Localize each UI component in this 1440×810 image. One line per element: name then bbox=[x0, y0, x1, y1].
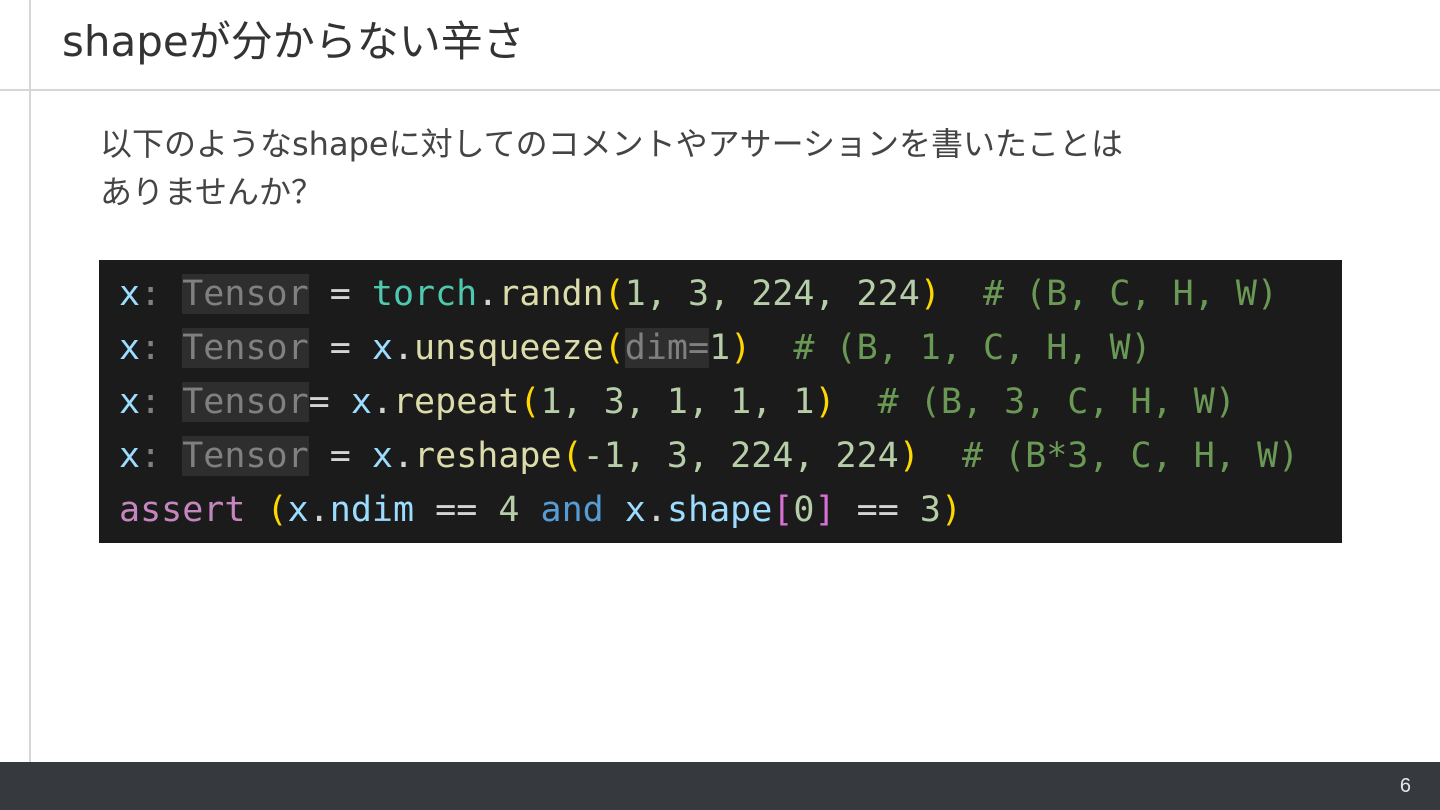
footer-bar: 6 bbox=[0, 762, 1440, 810]
code-token: # (B, 3, C, H, W) bbox=[835, 382, 1236, 422]
code-token: shape bbox=[666, 490, 773, 530]
code-token: ) bbox=[730, 328, 752, 368]
code-token: ] bbox=[814, 490, 836, 530]
code-token: reshape bbox=[414, 436, 562, 476]
code-token: x bbox=[350, 382, 372, 422]
code-token: = bbox=[308, 274, 372, 314]
slide-title: shapeが分からない辛さ bbox=[62, 17, 525, 66]
code-token: dim= bbox=[624, 328, 710, 368]
code-line-2: x: Tensor = x.unsqueeze(dim=1) # (B, 1, … bbox=[119, 321, 1152, 375]
title-divider bbox=[0, 89, 1440, 91]
code-token: x bbox=[119, 328, 141, 368]
code-token: ndim bbox=[329, 490, 415, 530]
code-token: 1, 3, 224, 224 bbox=[624, 274, 920, 314]
code-token: . bbox=[645, 490, 667, 530]
code-block: x: Tensor = torch.randn(1, 3, 224, 224) … bbox=[99, 260, 1342, 543]
code-token: repeat bbox=[392, 382, 520, 422]
code-token: ( bbox=[603, 328, 625, 368]
code-token: . bbox=[308, 490, 330, 530]
code-token: # (B, 1, C, H, W) bbox=[751, 328, 1152, 368]
code-token: ) bbox=[814, 382, 836, 422]
code-token: ( bbox=[561, 436, 583, 476]
code-token: assert bbox=[119, 490, 246, 530]
code-token: Tensor bbox=[182, 436, 309, 476]
code-token: : bbox=[140, 436, 183, 476]
code-token: 1 bbox=[709, 328, 731, 368]
left-divider bbox=[29, 0, 31, 762]
code-token: = bbox=[308, 436, 372, 476]
code-token: . bbox=[392, 328, 415, 368]
code-token: . bbox=[392, 436, 415, 476]
code-line-3: x: Tensor= x.repeat(1, 3, 1, 1, 1) # (B,… bbox=[119, 375, 1236, 429]
code-token: == bbox=[835, 490, 920, 530]
code-token: = bbox=[308, 328, 372, 368]
code-token: ) bbox=[940, 490, 962, 530]
code-token: ( bbox=[519, 382, 541, 422]
code-token: ( bbox=[603, 274, 625, 314]
intro-text: 以下のようなshapeに対してのコメントやアサーションを書いたことは ありません… bbox=[100, 120, 1300, 216]
code-token: x bbox=[119, 382, 141, 422]
code-token: x bbox=[371, 328, 393, 368]
code-token: 4 bbox=[498, 490, 520, 530]
code-token: [ bbox=[772, 490, 794, 530]
code-line-4: x: Tensor = x.reshape(-1, 3, 224, 224) #… bbox=[119, 429, 1299, 483]
intro-line-1: 以下のようなshapeに対してのコメントやアサーションを書いたことは bbox=[100, 125, 1123, 163]
code-token: unsqueeze bbox=[414, 328, 604, 368]
code-token: 3 bbox=[919, 490, 941, 530]
code-token: x bbox=[119, 274, 141, 314]
code-token: == bbox=[414, 490, 499, 530]
code-line-5: assert (x.ndim == 4 and x.shape[0] == 3) bbox=[119, 483, 962, 537]
code-token: x bbox=[371, 436, 393, 476]
code-token: and bbox=[540, 490, 604, 530]
code-token: Tensor bbox=[182, 382, 309, 422]
code-token: : bbox=[140, 274, 183, 314]
code-token: ( bbox=[266, 490, 288, 530]
code-token: x bbox=[287, 490, 309, 530]
code-token: . bbox=[477, 274, 499, 314]
code-token: # (B*3, C, H, W) bbox=[919, 436, 1300, 476]
code-token: 0 bbox=[793, 490, 815, 530]
code-token: # (B, C, H, W) bbox=[940, 274, 1279, 314]
code-token: ) bbox=[919, 274, 941, 314]
code-token: randn bbox=[498, 274, 604, 314]
code-token: torch bbox=[371, 274, 478, 314]
code-token: : bbox=[140, 382, 183, 422]
code-token: 1, 3, 1, 1, 1 bbox=[540, 382, 815, 422]
page-number: 6 bbox=[1399, 775, 1411, 797]
code-token: ) bbox=[898, 436, 920, 476]
code-token: x bbox=[624, 490, 646, 530]
code-token: -1, 3, 224, 224 bbox=[582, 436, 899, 476]
code-token: Tensor bbox=[182, 328, 309, 368]
code-token: . bbox=[371, 382, 393, 422]
code-token: = bbox=[308, 382, 351, 422]
code-line-1: x: Tensor = torch.randn(1, 3, 224, 224) … bbox=[119, 267, 1278, 321]
code-token: x bbox=[119, 436, 141, 476]
intro-line-2: ありませんか？ bbox=[100, 173, 324, 211]
code-token: Tensor bbox=[182, 274, 309, 314]
code-token: : bbox=[140, 328, 183, 368]
